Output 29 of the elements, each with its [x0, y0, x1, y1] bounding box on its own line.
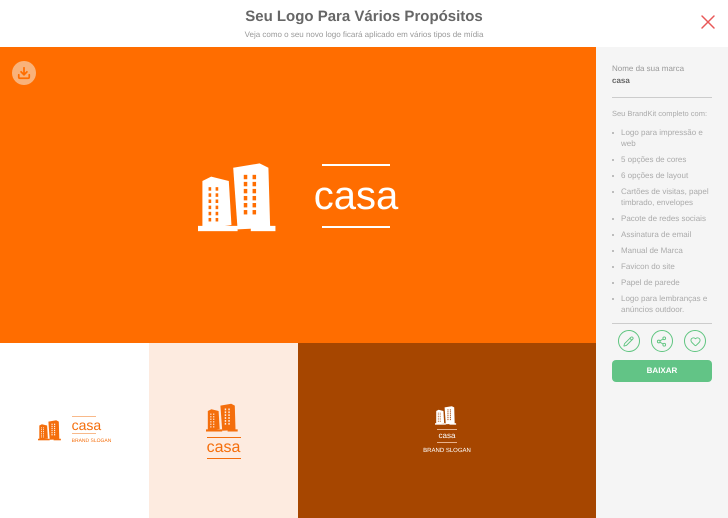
feature-item: Papel de parede: [621, 277, 680, 288]
feature-item: Cartões de visitas, papel timbrado, envelopes: [621, 186, 710, 208]
download-button[interactable]: [12, 61, 36, 85]
page-title: Seu Logo Para Vários Propósitos: [245, 7, 483, 28]
feature-item: 6 opções de layout: [621, 170, 688, 182]
feature-item: Logo para lembranças e anúncios outdoor.: [621, 293, 708, 316]
pencil-icon: [623, 336, 634, 347]
heart-icon: [690, 336, 701, 347]
feature-item: Logo para impressão e web: [621, 127, 704, 150]
brand-label: Nome da sua marca: [612, 63, 686, 75]
download-kit-button[interactable]: BAIXAR: [612, 360, 712, 382]
brand-name: casa: [206, 438, 240, 458]
feature-item: 5 opções de cores: [621, 154, 686, 166]
feature-item: Assinatura de email: [621, 229, 692, 240]
favorite-button[interactable]: [684, 330, 706, 352]
edit-button[interactable]: [618, 330, 640, 352]
brand-name: casa: [438, 430, 456, 442]
download-icon: [17, 66, 31, 80]
brand-name: casa: [72, 416, 102, 433]
brand-name: casa: [314, 174, 398, 218]
page-subtitle: Veja como o seu novo logo ficará aplicado em vários tipos de mídia: [244, 28, 484, 41]
feature-item: Manual de Marca: [621, 245, 683, 256]
buildings-icon: [38, 419, 64, 442]
share-icon: [656, 336, 668, 347]
brand-value: casa: [612, 75, 631, 87]
share-button[interactable]: [650, 330, 673, 352]
feature-item: Favicon do site: [621, 261, 675, 272]
buildings-icon: [435, 404, 459, 426]
feature-item: Pacote de redes sociais: [621, 213, 706, 224]
